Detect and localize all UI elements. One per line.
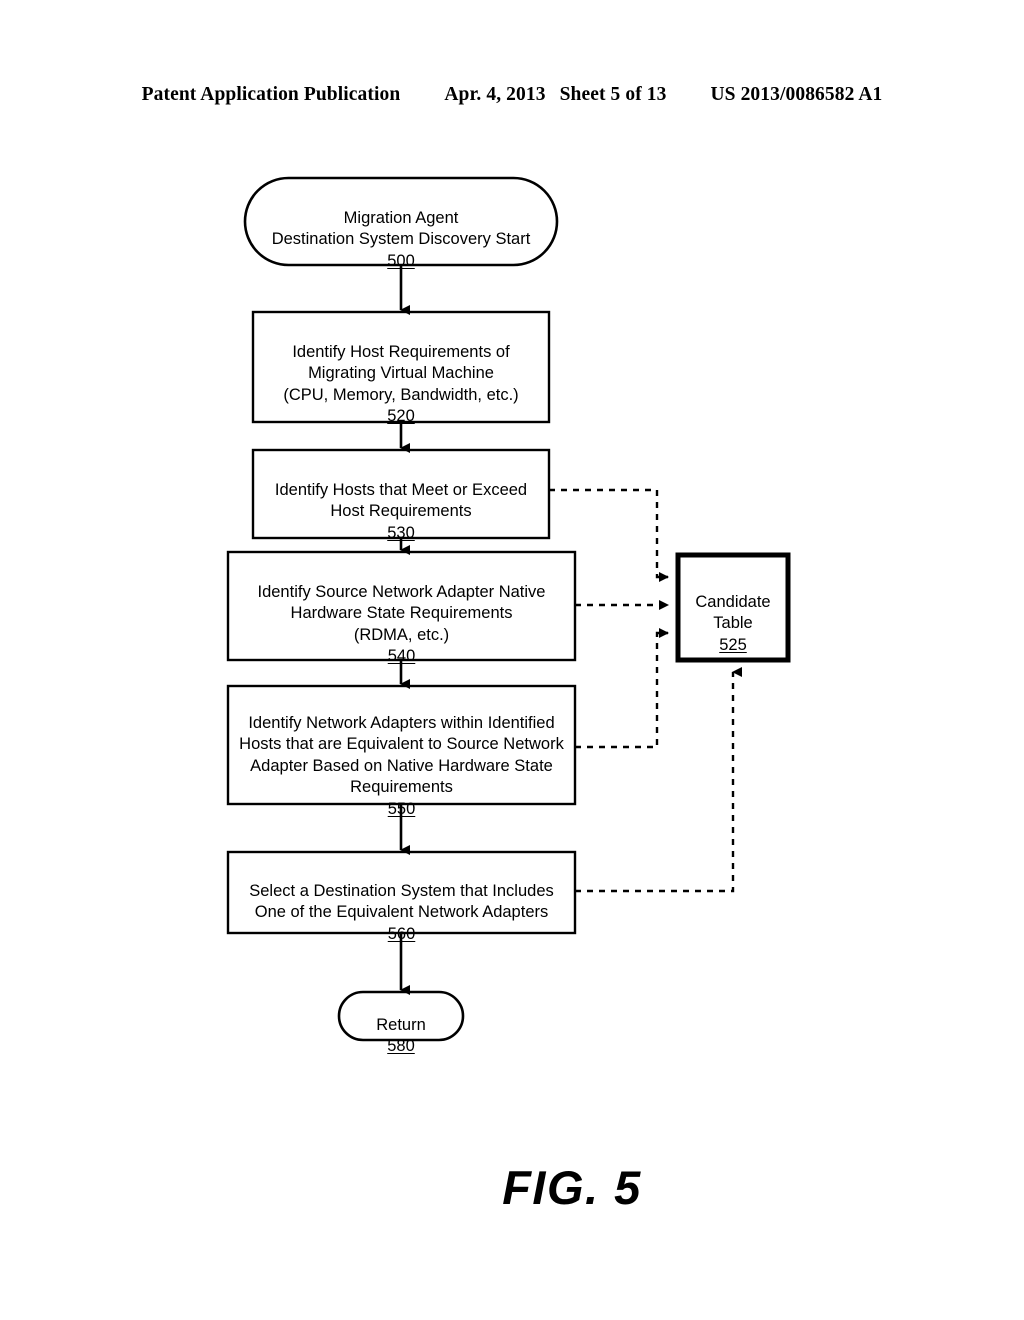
node-step560-shape [226, 850, 577, 935]
node-step520-shape [251, 310, 551, 424]
node-step530-shape [251, 448, 551, 540]
node-step540-shape [226, 550, 577, 662]
connector-560-to-candidate-table [575, 667, 742, 893]
figure-caption: FIG. 5 [0, 1160, 1024, 1215]
node-start-shape [243, 176, 559, 267]
connector-550-to-candidate-table [575, 628, 669, 749]
flowchart-figure: Migration Agent Destination System Disco… [0, 0, 1024, 1320]
node-candidate-table-shape [675, 552, 791, 663]
flowchart-svg [226, 176, 791, 1042]
figure-caption-text: FIG. 5 [502, 1161, 642, 1214]
node-step550-shape [226, 684, 577, 806]
node-return-shape [337, 990, 465, 1042]
